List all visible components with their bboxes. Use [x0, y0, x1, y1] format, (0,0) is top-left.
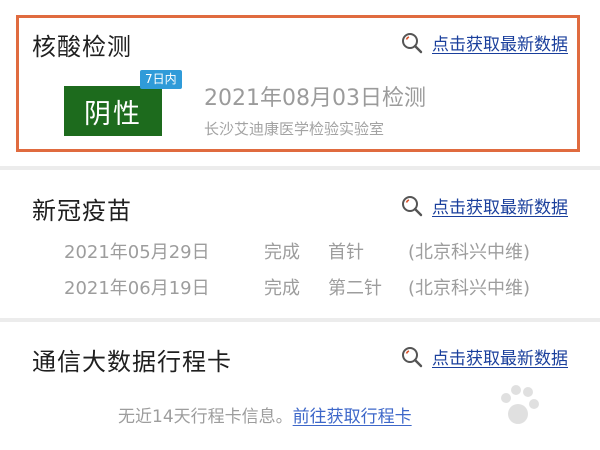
negative-result-badge: 阴性 — [64, 86, 162, 136]
nucleic-test-title: 核酸检测 — [32, 33, 132, 61]
nucleic-test-card: 核酸检测 点击获取最新数据 阴性 7日内 2021年08月03日检测 长沙艾迪康… — [0, 0, 600, 166]
fetch-link-label: 点击获取最新数据 — [432, 35, 568, 55]
dose-status: 完成 — [264, 242, 300, 263]
dose-number: 首针 — [328, 242, 364, 263]
magnifier-icon — [402, 346, 423, 367]
nucleic-fetch-latest-link[interactable]: 点击获取最新数据 — [400, 30, 568, 55]
vaccine-title: 新冠疫苗 — [32, 197, 132, 225]
fetch-link-label: 点击获取最新数据 — [432, 349, 568, 369]
dose-number: 第二针 — [328, 278, 382, 299]
dose-manufacturer: (北京科兴中维) — [408, 242, 531, 263]
vaccine-card: 新冠疫苗 点击获取最新数据 2021年05月29日 完成 首针 (北京科兴中维)… — [0, 170, 600, 318]
trip-fetch-latest-link[interactable]: 点击获取最新数据 — [400, 344, 568, 369]
fetch-link-label: 点击获取最新数据 — [432, 198, 568, 218]
result-badge-group: 阴性 7日内 — [64, 70, 188, 138]
trip-info-line: 无近14天行程卡信息。前往获取行程卡 — [118, 402, 412, 427]
dose-status: 完成 — [264, 278, 300, 299]
trip-card-title: 通信大数据行程卡 — [32, 348, 232, 376]
magnifier-icon — [402, 32, 423, 53]
validity-tag: 7日内 — [140, 70, 182, 89]
vaccine-fetch-latest-link[interactable]: 点击获取最新数据 — [400, 193, 568, 218]
trip-info-text: 无近14天行程卡信息。 — [118, 407, 293, 427]
dose-manufacturer: (北京科兴中维) — [408, 278, 531, 299]
magnifier-icon — [402, 195, 423, 216]
dose-date: 2021年06月19日 — [64, 278, 210, 299]
test-date: 2021年08月03日检测 — [204, 86, 426, 111]
get-trip-card-link[interactable]: 前往获取行程卡 — [293, 407, 412, 427]
lab-name: 长沙艾迪康医学检验实验室 — [204, 120, 385, 138]
dose-date: 2021年05月29日 — [64, 242, 210, 263]
paw-watermark-icon — [501, 385, 539, 424]
